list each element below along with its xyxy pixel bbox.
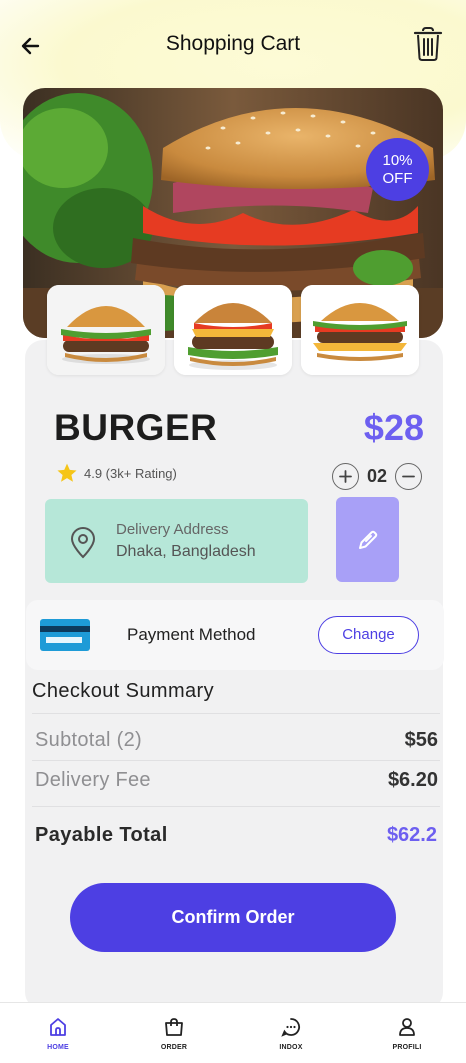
page-title: Shopping Cart (165, 32, 301, 55)
user-icon (399, 1018, 415, 1036)
checkout-summary-title: Checkout Summary (32, 680, 215, 702)
nav-profile[interactable]: PROFILI (377, 1017, 437, 1051)
location-pin-icon (70, 527, 96, 559)
nav-order[interactable]: ORDER (144, 1017, 204, 1051)
discount-percent: 10% (382, 152, 413, 169)
header: Shopping Cart (0, 22, 466, 70)
divider (32, 806, 440, 807)
minus-icon (402, 475, 415, 477)
delivery-address-value: Dhaka, Bangladesh (116, 543, 256, 560)
star-icon (57, 463, 77, 482)
delivery-fee-value: $6.20 (387, 769, 438, 791)
change-payment-button[interactable]: Change (318, 616, 419, 654)
subtotal-label: Subtotal (2) (35, 729, 142, 751)
nav-inbox-label: INDOX (279, 1044, 303, 1051)
bag-icon (165, 1018, 183, 1036)
nav-home[interactable]: HOME (28, 1017, 88, 1051)
rating-text: 4.9 (3k+ Rating) (84, 465, 177, 481)
product-thumbnails (47, 285, 419, 375)
payable-total-label: Payable Total (35, 824, 168, 846)
decrease-quantity-button[interactable] (395, 462, 423, 490)
bottom-navigation: HOME ORDER INDOX PROFILI (0, 1002, 466, 1063)
burger-image (174, 285, 292, 375)
confirm-order-button[interactable]: Confirm Order (70, 883, 396, 952)
delivery-address-card[interactable]: Delivery Address Dhaka, Bangladesh (45, 499, 308, 583)
thumbnail-1[interactable] (47, 285, 165, 375)
delivery-address-label: Delivery Address (116, 521, 229, 538)
increase-quantity-button[interactable] (332, 462, 359, 490)
plus-icon (339, 469, 352, 483)
divider (32, 713, 440, 714)
nav-inbox[interactable]: INDOX (261, 1017, 321, 1051)
payment-method-row: Payment Method Change (26, 600, 444, 670)
quantity-stepper: 02 (332, 462, 423, 490)
delivery-fee-label: Delivery Fee (35, 769, 151, 791)
nav-order-label: ORDER (160, 1044, 188, 1051)
discount-badge: 10% OFF (366, 138, 429, 201)
payment-method-label: Payment Method (127, 625, 256, 644)
nav-profile-label: PROFILI (392, 1044, 422, 1051)
product-price: $28 (363, 407, 424, 448)
edit-pencil-icon (358, 530, 377, 549)
subtotal-value: $56 (404, 729, 438, 751)
thumbnail-2[interactable] (174, 285, 292, 375)
nav-home-label: HOME (47, 1044, 69, 1051)
chat-icon (281, 1018, 300, 1037)
product-name: BURGER (54, 407, 218, 448)
payable-total-value: $62.2 (386, 824, 437, 846)
divider (32, 760, 440, 761)
home-icon (50, 1018, 66, 1036)
discount-label: OFF (382, 170, 413, 187)
delete-button[interactable] (412, 26, 444, 62)
thumbnail-3[interactable] (301, 285, 419, 375)
trash-icon (413, 27, 443, 61)
burger-image (301, 285, 419, 375)
edit-address-button[interactable] (336, 497, 399, 582)
product-rating: 4.9 (3k+ Rating) (56, 460, 177, 486)
credit-card-icon (40, 619, 90, 651)
burger-image (47, 285, 165, 375)
quantity-value: 02 (367, 465, 388, 486)
